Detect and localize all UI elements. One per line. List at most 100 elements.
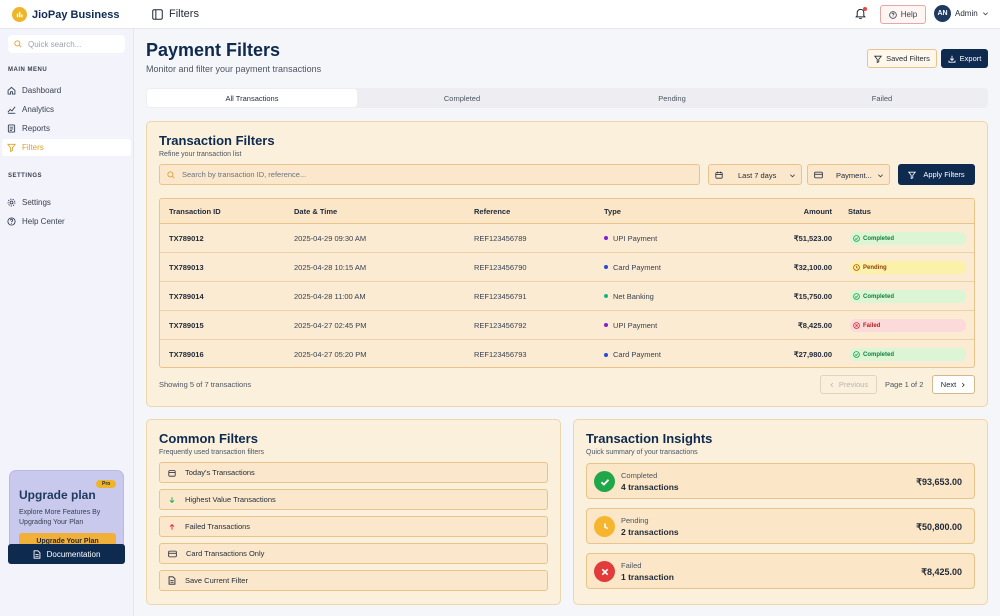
status-badge: Failed <box>850 319 966 332</box>
brand[interactable]: JioPay Business <box>12 7 119 22</box>
apply-filters-button[interactable]: Apply Filters <box>898 164 975 185</box>
sidebar-toggle-icon[interactable] <box>152 8 163 20</box>
transaction-id: TX789016 <box>169 350 204 359</box>
clock-icon <box>853 264 860 271</box>
table-row[interactable]: TX789012 2025-04-29 09:30 AM REF12345678… <box>160 224 974 253</box>
transaction-reference: REF123456790 <box>474 262 527 272</box>
common-filters-card: Common Filters Frequently used transacti… <box>146 419 561 605</box>
sidebar-item-label: Filters <box>22 143 44 152</box>
help-label: Help <box>900 10 918 19</box>
documentation-button[interactable]: Documentation <box>8 544 125 564</box>
status-label: Completed <box>863 351 895 358</box>
status-badge: Completed <box>850 290 966 303</box>
table-row[interactable]: TX789015 2025-04-27 02:45 PM REF12345679… <box>160 311 974 340</box>
help-button[interactable]: Help <box>880 5 926 24</box>
card-title: Transaction Filters <box>159 133 275 148</box>
filter-icon <box>874 55 883 63</box>
filter-icon <box>7 143 16 152</box>
quick-search-input[interactable]: Quick search... <box>8 35 125 53</box>
sidebar-item-reports[interactable]: Reports <box>2 120 131 137</box>
next-label: Next <box>940 380 957 389</box>
insight-pending[interactable]: Pending 2 transactions ₹50,800.00 <box>586 508 975 544</box>
column-header[interactable]: Transaction ID <box>169 199 221 223</box>
notifications-button[interactable] <box>855 7 867 20</box>
sidebar: Quick search... MAIN MENU Dashboard Anal… <box>0 29 134 616</box>
filter-todays-transactions[interactable]: Today's Transactions <box>159 462 548 483</box>
tab-pending[interactable]: Pending <box>567 89 777 107</box>
filter-icon <box>908 171 917 179</box>
type-dot-icon <box>604 265 608 269</box>
filter-label: Card Transactions Only <box>186 549 265 558</box>
tab-failed[interactable]: Failed <box>777 89 987 107</box>
transaction-id: TX789014 <box>169 291 204 301</box>
x-circle-icon <box>853 322 860 329</box>
user-menu[interactable]: AN Admin <box>934 5 989 22</box>
chevron-right-icon <box>960 382 966 388</box>
column-header[interactable]: Reference <box>474 199 510 223</box>
quick-search-placeholder: Quick search... <box>28 39 82 49</box>
insight-count: 2 transactions <box>621 527 679 537</box>
insight-completed[interactable]: Completed 4 transactions ₹93,653.00 <box>586 463 975 499</box>
transaction-amount: ₹8,425.00 <box>798 320 832 330</box>
download-icon <box>948 55 956 63</box>
transaction-type: Net Banking <box>604 282 654 310</box>
insight-failed[interactable]: Failed 1 transaction ₹8,425.00 <box>586 553 975 589</box>
previous-page-button[interactable]: Previous <box>820 375 877 394</box>
sidebar-item-help-center[interactable]: Help Center <box>2 213 131 230</box>
insight-amount: ₹8,425.00 <box>921 567 962 577</box>
sidebar-item-settings[interactable]: Settings <box>2 194 131 211</box>
transaction-id: TX789015 <box>169 320 204 330</box>
transaction-amount: ₹51,523.00 <box>793 233 832 243</box>
page-subtitle: Monitor and filter your payment transact… <box>146 64 322 74</box>
arrow-down-icon <box>168 496 176 504</box>
column-header[interactable]: Date & Time <box>294 199 337 223</box>
tab-all-transactions[interactable]: All Transactions <box>147 89 357 107</box>
analytics-icon <box>7 105 16 114</box>
table-row[interactable]: TX789013 2025-04-28 10:15 AM REF12345679… <box>160 253 974 282</box>
chevron-down-icon <box>789 172 796 179</box>
clock-icon <box>594 516 615 537</box>
payment-type-select[interactable]: Payment... <box>807 164 890 185</box>
filter-highest-value[interactable]: Highest Value Transactions <box>159 489 548 510</box>
sidebar-item-analytics[interactable]: Analytics <box>2 101 131 118</box>
check-circle-icon <box>853 351 860 358</box>
calendar-icon <box>168 469 176 477</box>
chevron-down-icon <box>982 10 989 17</box>
next-page-button[interactable]: Next <box>932 375 975 394</box>
type-label: Card Payment <box>613 350 661 359</box>
table-row[interactable]: TX789014 2025-04-28 11:00 AM REF12345679… <box>160 282 974 311</box>
page-title: Payment Filters <box>146 40 281 60</box>
pagination-summary: Showing 5 of 7 transactions <box>159 380 252 389</box>
reports-icon <box>7 124 16 133</box>
insight-label: Pending <box>621 516 649 525</box>
transaction-type: Card Payment <box>604 253 661 281</box>
filter-failed-transactions[interactable]: Failed Transactions <box>159 516 548 537</box>
type-label: Card Payment <box>613 262 661 272</box>
brand-logo-icon <box>12 7 27 22</box>
tab-completed[interactable]: Completed <box>357 89 567 107</box>
export-label: Export <box>959 54 982 63</box>
x-icon <box>594 561 615 582</box>
document-icon <box>33 549 41 559</box>
brand-name: JioPay Business <box>32 8 120 21</box>
export-button[interactable]: Export <box>941 49 988 68</box>
transaction-reference: REF123456793 <box>474 350 527 359</box>
transaction-tabs: All Transactions Completed Pending Faile… <box>146 88 988 108</box>
sidebar-item-dashboard[interactable]: Dashboard <box>2 82 131 99</box>
column-header[interactable]: Type <box>604 199 621 223</box>
status-badge: Completed <box>850 232 966 245</box>
saved-filters-button[interactable]: Saved Filters <box>867 49 937 68</box>
sidebar-item-filters[interactable]: Filters <box>2 139 131 156</box>
date-range-select[interactable]: Last 7 days <box>708 164 802 185</box>
filter-card-transactions[interactable]: Card Transactions Only <box>159 543 548 564</box>
table-row[interactable]: TX789016 2025-04-27 05:20 PM REF12345679… <box>160 340 974 367</box>
card-icon <box>168 550 177 558</box>
saved-filters-label: Saved Filters <box>886 54 930 63</box>
column-header[interactable]: Status <box>848 199 871 223</box>
column-header[interactable]: Amount <box>804 199 832 223</box>
insight-label: Failed <box>621 561 642 570</box>
card-title: Common Filters <box>159 431 258 446</box>
transaction-reference: REF123456792 <box>474 320 527 330</box>
transaction-search-input[interactable]: Search by transaction ID, reference... <box>159 164 700 185</box>
save-current-filter[interactable]: Save Current Filter <box>159 570 548 591</box>
